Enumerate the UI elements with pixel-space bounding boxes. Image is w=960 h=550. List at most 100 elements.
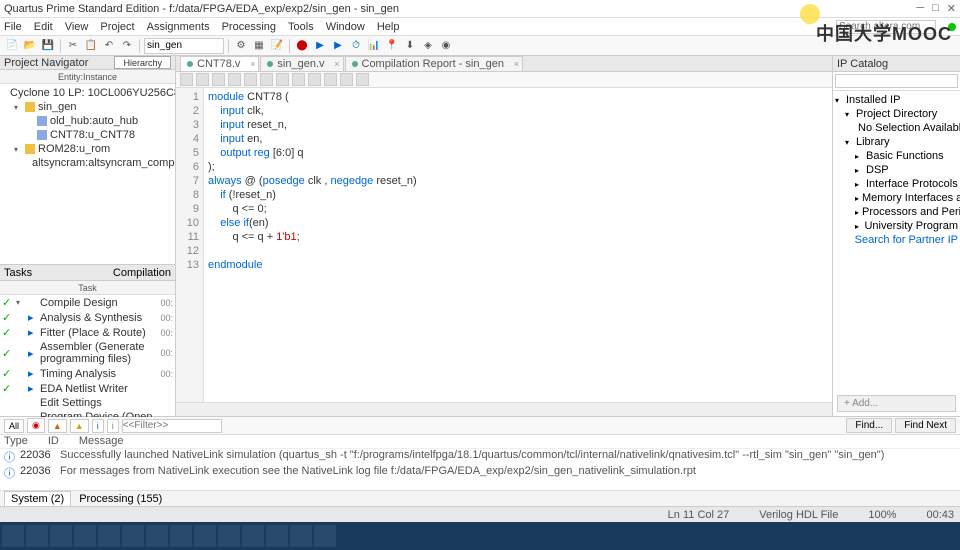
hierarchy-dropdown[interactable]: Hierarchy [114,56,171,69]
undo-icon[interactable]: ↶ [101,38,117,54]
copy-icon[interactable]: 📋 [83,38,99,54]
start-icon[interactable] [2,525,24,547]
message-row[interactable]: ⓘ22036For messages from NativeLink execu… [0,465,960,481]
message-filter-input[interactable] [122,419,222,433]
tree-node[interactable]: altsyncram:altsyncram_component [2,156,173,170]
task-row[interactable]: ✓▸Analysis & Synthesis00: [0,310,175,325]
settings-icon[interactable]: ⚙ [233,38,249,54]
ip-node[interactable]: ▾Installed IP [835,93,958,107]
code-area[interactable]: module CNT78 ( input clk, input reset_n,… [204,88,832,402]
menu-tools[interactable]: Tools [288,21,314,33]
ed-icon[interactable] [356,73,369,86]
task-icon[interactable] [194,525,216,547]
task-icon[interactable] [26,525,48,547]
doc-icon[interactable]: 📝 [269,38,285,54]
task-icon[interactable] [314,525,336,547]
ed-icon[interactable] [180,73,193,86]
menu-file[interactable]: File [4,21,22,33]
ed-icon[interactable] [340,73,353,86]
close-icon[interactable]: ✕ [947,2,956,15]
pin-icon[interactable]: 📍 [384,38,400,54]
minimize-icon[interactable]: ─ [916,2,924,15]
maximize-icon[interactable]: □ [932,2,939,15]
ed-icon[interactable] [308,73,321,86]
new-icon[interactable]: 📄 [4,38,20,54]
add-button[interactable]: + Add... [837,395,956,412]
task-row[interactable]: Edit Settings [0,396,175,410]
tree-node[interactable]: Cyclone 10 LP: 10CL006YU256C8G [2,86,173,100]
open-icon[interactable]: 📂 [22,38,38,54]
editor-tab[interactable]: CNT78.v× [180,56,259,71]
tool1-icon[interactable]: ◈ [420,38,436,54]
tool2-icon[interactable]: ◉ [438,38,454,54]
filter-critical-icon[interactable]: ▲ [48,419,67,433]
processing-tab[interactable]: Processing (155) [79,493,162,505]
filter-all[interactable]: All [4,419,24,433]
analyze-icon[interactable]: ▶ [330,38,346,54]
editor-tab[interactable]: sin_gen.v× [260,56,343,71]
menu-assignments[interactable]: Assignments [147,21,210,33]
filter-info-icon[interactable]: i [92,419,104,433]
ed-icon[interactable] [244,73,257,86]
ip-node[interactable]: ▸Interface Protocols [835,177,958,191]
filter-extra-icon[interactable]: i [107,419,119,433]
project-combo[interactable] [144,38,224,54]
ed-icon[interactable] [276,73,289,86]
editor-tab[interactable]: Compilation Report - sin_gen× [345,56,523,71]
ip-node[interactable]: ▾Library [835,135,958,149]
task-icon[interactable] [266,525,288,547]
task-row[interactable]: ✓▸Fitter (Place & Route)00: [0,325,175,340]
message-row[interactable]: ⓘ22036Successfully launched NativeLink s… [0,449,960,465]
horizontal-scrollbar[interactable] [176,402,832,416]
task-row[interactable]: ✓▸EDA Netlist Writer [0,381,175,396]
ip-search-input[interactable] [835,74,958,88]
ip-node[interactable]: ▸Processors and Peripherals [835,205,958,219]
ed-icon[interactable] [228,73,241,86]
chip-icon[interactable]: ▦ [251,38,267,54]
menu-help[interactable]: Help [377,21,400,33]
tree-node[interactable]: ▾sin_gen [2,100,173,114]
ed-icon[interactable] [260,73,273,86]
system-tab[interactable]: System (2) [4,491,71,507]
task-icon[interactable] [98,525,120,547]
find-button[interactable]: Find... [846,418,892,433]
task-icon[interactable] [122,525,144,547]
task-icon[interactable] [50,525,72,547]
menu-edit[interactable]: Edit [34,21,53,33]
redo-icon[interactable]: ↷ [119,38,135,54]
tree-node[interactable]: old_hub:auto_hub [2,114,173,128]
task-icon[interactable] [74,525,96,547]
ip-node[interactable]: ▸University Program [835,219,958,233]
ed-icon[interactable] [292,73,305,86]
menu-project[interactable]: Project [100,21,134,33]
ip-node[interactable]: ▾Project Directory [835,107,958,121]
task-icon[interactable] [146,525,168,547]
report-icon[interactable]: 📊 [366,38,382,54]
filter-error-icon[interactable]: ◉ [27,418,45,433]
ed-icon[interactable] [212,73,225,86]
ip-node[interactable]: ▸DSP [835,163,958,177]
save-icon[interactable]: 💾 [40,38,56,54]
program-icon[interactable]: ⬇ [402,38,418,54]
menu-window[interactable]: Window [326,21,365,33]
menu-view[interactable]: View [65,21,89,33]
find-next-button[interactable]: Find Next [895,418,956,433]
task-row[interactable]: ✓▾Compile Design00: [0,295,175,310]
task-icon[interactable] [218,525,240,547]
timing-icon[interactable]: ⏱ [348,38,364,54]
menu-processing[interactable]: Processing [222,21,276,33]
compile-icon[interactable]: ▶ [312,38,328,54]
cut-icon[interactable]: ✂ [65,38,81,54]
search-input[interactable] [836,20,936,34]
task-row[interactable]: ✓▸Timing Analysis00: [0,366,175,381]
ed-icon[interactable] [196,73,209,86]
task-icon[interactable] [242,525,264,547]
filter-warning-icon[interactable]: ▲ [70,419,89,433]
task-icon[interactable] [170,525,192,547]
tree-node[interactable]: ▾ROM28:u_rom [2,142,173,156]
task-row[interactable]: ✓▸Assembler (Generate programming files)… [0,340,175,366]
ed-icon[interactable] [324,73,337,86]
code-editor[interactable]: 12345678910111213 module CNT78 ( input c… [176,88,832,402]
tree-node[interactable]: CNT78:u_CNT78 [2,128,173,142]
task-icon[interactable] [290,525,312,547]
